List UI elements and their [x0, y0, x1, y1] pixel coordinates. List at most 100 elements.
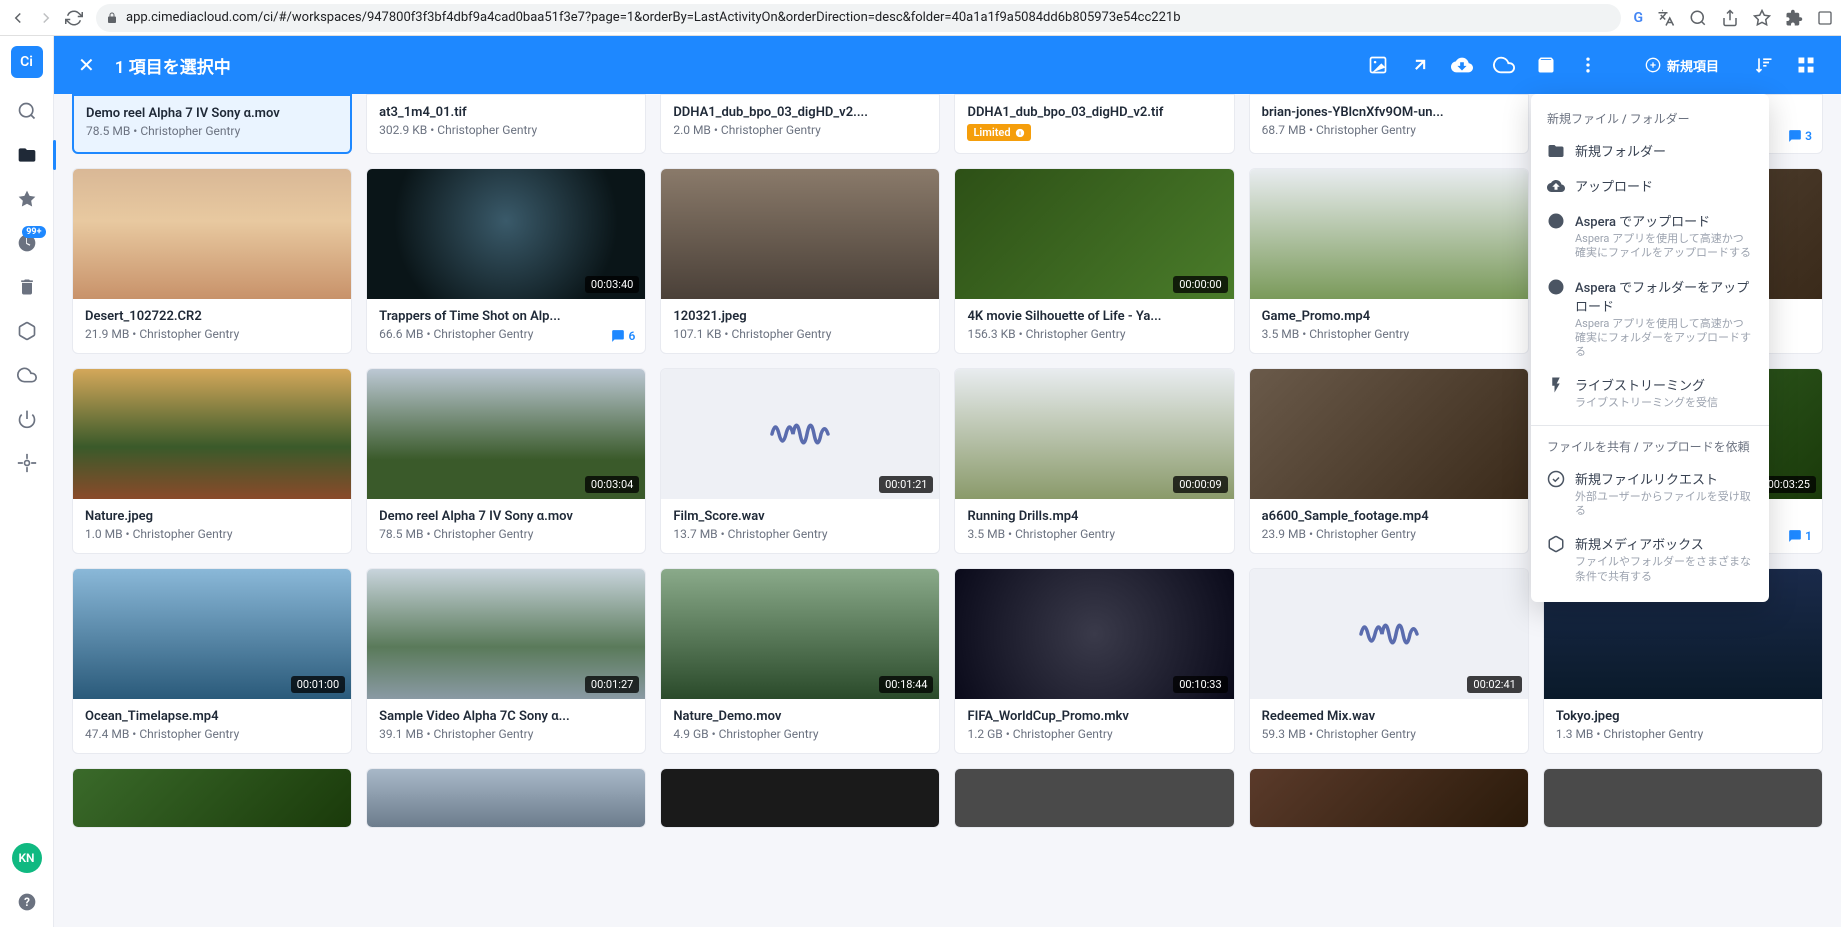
reload-button[interactable] — [64, 8, 84, 28]
comment-badge[interactable]: 3 — [1788, 129, 1812, 143]
file-name: DDHA1_dub_bpo_03_digHD_v2.... — [673, 105, 927, 120]
file-card[interactable] — [1249, 768, 1529, 828]
power-icon[interactable] — [16, 408, 38, 430]
dropdown-section-title: 新規ファイル / フォルダー — [1531, 104, 1769, 133]
translate-icon[interactable] — [1657, 9, 1675, 27]
file-thumbnail — [1250, 169, 1528, 299]
file-card[interactable]: 00:01:27Sample Video Alpha 7C Sony α...3… — [366, 568, 646, 754]
app-logo[interactable]: Ci — [11, 46, 43, 78]
dropdown-file-request[interactable]: 新規ファイルリクエスト外部ユーザーからファイルを受け取る — [1531, 461, 1769, 527]
more-icon[interactable] — [1577, 54, 1599, 76]
new-item-label: 新規項目 — [1667, 56, 1719, 75]
help-icon[interactable]: ? — [16, 891, 38, 913]
file-card[interactable] — [1543, 768, 1823, 828]
file-card[interactable] — [72, 768, 352, 828]
file-card[interactable]: 00:01:00Ocean_Timelapse.mp447.4 MB • Chr… — [72, 568, 352, 754]
zoom-icon[interactable] — [1689, 9, 1707, 27]
forward-button[interactable] — [36, 8, 56, 28]
aspera-icon — [1547, 278, 1565, 296]
url-text: app.cimediacloud.com/ci/#/workspaces/947… — [126, 10, 1181, 25]
star-nav-icon[interactable] — [16, 188, 38, 210]
file-meta: 13.7 MB • Christopher Gentry — [673, 527, 927, 541]
download-cloud-icon[interactable] — [1451, 54, 1473, 76]
file-card[interactable]: 120321.jpeg107.1 KB • Christopher Gentry — [660, 168, 940, 354]
user-avatar[interactable]: KN — [12, 843, 42, 873]
file-meta: 66.6 MB • Christopher Gentry — [379, 327, 633, 341]
file-card[interactable]: 00:00:004K movie Silhouette of Life - Ya… — [954, 168, 1234, 354]
file-card[interactable]: 00:03:40Trappers of Time Shot on Alp...6… — [366, 168, 646, 354]
file-thumbnail — [955, 769, 1233, 828]
comment-badge[interactable]: 6 — [611, 329, 635, 343]
file-card[interactable]: Demo reel Alpha 7 IV Sony α.mov78.5 MB •… — [72, 94, 352, 154]
search-icon[interactable] — [16, 100, 38, 122]
audio-thumbnail: 00:01:21 — [661, 369, 939, 499]
share-icon[interactable] — [1721, 9, 1739, 27]
grid-view-icon[interactable] — [1795, 54, 1817, 76]
selection-count: 1 項目を選択中 — [115, 53, 231, 78]
file-card[interactable]: Game_Promo.mp43.5 MB • Christopher Gentr… — [1249, 168, 1529, 354]
file-card[interactable]: 00:03:04Demo reel Alpha 7 IV Sony α.mov7… — [366, 368, 646, 554]
new-item-dropdown: 新規ファイル / フォルダー 新規フォルダー アップロード Aspera でアッ… — [1531, 94, 1769, 602]
file-card[interactable]: 00:18:44Nature_Demo.mov4.9 GB • Christop… — [660, 568, 940, 754]
clock-icon[interactable]: 99+ — [16, 232, 38, 254]
file-thumbnail: 00:01:27 — [367, 569, 645, 699]
folder-icon[interactable] — [16, 144, 38, 166]
file-card[interactable]: Nature.jpeg1.0 MB • Christopher Gentry — [72, 368, 352, 554]
trash-icon[interactable] — [16, 276, 38, 298]
file-name: DDHA1_dub_bpo_03_digHD_v2.tif — [967, 105, 1221, 120]
file-name: Desert_102722.CR2 — [85, 309, 339, 324]
file-meta: 47.4 MB • Christopher Gentry — [85, 727, 339, 741]
target-icon[interactable] — [16, 452, 38, 474]
file-card[interactable]: 00:10:33FIFA_WorldCup_Promo.mkv1.2 GB • … — [954, 568, 1234, 754]
cloud-icon[interactable] — [16, 364, 38, 386]
file-card[interactable]: at3_1m4_01.tif302.9 KB • Christopher Gen… — [366, 94, 646, 154]
file-meta: 107.1 KB • Christopher Gentry — [673, 327, 927, 341]
file-card[interactable]: Desert_102722.CR221.9 MB • Christopher G… — [72, 168, 352, 354]
cloud-action-icon[interactable] — [1493, 54, 1515, 76]
google-icon[interactable]: G — [1633, 10, 1643, 26]
dropdown-live-stream[interactable]: ライブストリーミングライブストリーミングを受信 — [1531, 367, 1769, 418]
file-card[interactable]: 00:00:09Running Drills.mp43.5 MB • Chris… — [954, 368, 1234, 554]
file-name: Nature_Demo.mov — [673, 709, 927, 724]
window-icon[interactable] — [1817, 10, 1833, 26]
share-action-icon[interactable] — [1409, 54, 1431, 76]
file-card[interactable] — [660, 768, 940, 828]
file-card[interactable]: 00:01:21Film_Score.wav13.7 MB • Christop… — [660, 368, 940, 554]
dropdown-new-folder[interactable]: 新規フォルダー — [1531, 133, 1769, 168]
dropdown-upload[interactable]: アップロード — [1531, 168, 1769, 203]
file-card[interactable]: DDHA1_dub_bpo_03_digHD_v2.tif Limited i — [954, 94, 1234, 154]
dropdown-aspera-upload[interactable]: Aspera でアップロードAspera アプリを使用して高速かつ確実にファイル… — [1531, 203, 1769, 269]
file-name: Demo reel Alpha 7 IV Sony α.mov — [86, 106, 338, 121]
aspera-icon — [1547, 212, 1565, 230]
file-meta: 1.3 MB • Christopher Gentry — [1556, 727, 1810, 741]
duration-badge: 00:03:25 — [1762, 476, 1816, 493]
file-thumbnail — [73, 169, 351, 299]
selection-header: ✕ 1 項目を選択中 新規項目 — [54, 36, 1841, 94]
box-icon[interactable] — [16, 320, 38, 342]
file-card[interactable] — [366, 768, 646, 828]
url-bar[interactable]: app.cimediacloud.com/ci/#/workspaces/947… — [96, 4, 1621, 32]
duration-badge: 00:03:04 — [585, 476, 639, 493]
file-card[interactable]: 00:02:41Redeemed Mix.wav59.3 MB • Christ… — [1249, 568, 1529, 754]
file-meta: 4.9 GB • Christopher Gentry — [673, 727, 927, 741]
sort-icon[interactable] — [1753, 54, 1775, 76]
dropdown-separator — [1531, 425, 1769, 426]
file-card[interactable] — [954, 768, 1234, 828]
file-thumbnail: 00:00:00 — [955, 169, 1233, 299]
file-card[interactable]: DDHA1_dub_bpo_03_digHD_v2....2.0 MB • Ch… — [660, 94, 940, 154]
comment-badge[interactable]: 1 — [1788, 529, 1812, 543]
file-thumbnail: 00:00:09 — [955, 369, 1233, 499]
file-card[interactable]: a6600_Sample_footage.mp423.9 MB • Christ… — [1249, 368, 1529, 554]
back-button[interactable] — [8, 8, 28, 28]
image-action-icon[interactable] — [1367, 54, 1389, 76]
file-card[interactable]: brian-jones-YBlcnXfv9OM-un...68.7 MB • C… — [1249, 94, 1529, 154]
close-selection[interactable]: ✕ — [78, 53, 95, 77]
extensions-icon[interactable] — [1785, 9, 1803, 27]
dropdown-aspera-folder[interactable]: Aspera でフォルダーをアップロードAspera アプリを使用して高速かつ確… — [1531, 269, 1769, 368]
new-item-button[interactable]: 新規項目 — [1631, 48, 1733, 83]
dropdown-mediabox[interactable]: 新規メディアボックスファイルやフォルダーをさまざまな条件で共有する — [1531, 526, 1769, 592]
star-icon[interactable] — [1753, 9, 1771, 27]
archive-icon[interactable] — [1535, 54, 1557, 76]
file-meta: 78.5 MB • Christopher Gentry — [379, 527, 633, 541]
limited-badge: Limited i — [967, 124, 1030, 141]
